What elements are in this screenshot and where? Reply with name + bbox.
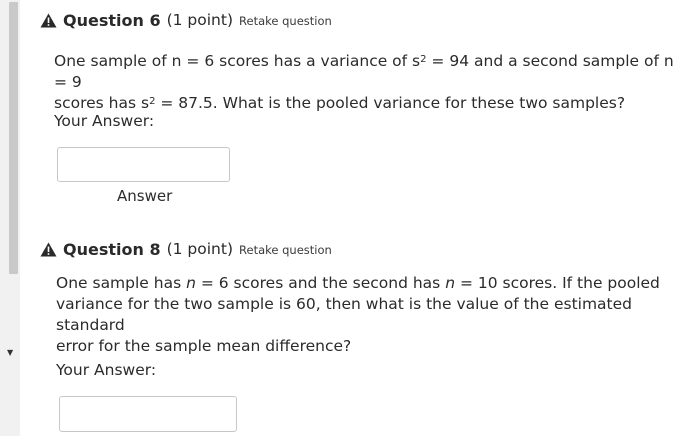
question-8-text-line-1: One sample has n = 6 scores and the seco… [56,274,660,292]
question-6-title: Question 6 [63,10,161,30]
question-6-your-answer-label: Your Answer: [54,112,155,130]
question-8-text: One sample has n = 6 scores and the seco… [56,273,686,357]
question-8-header: Question 8 (1 point) Retake question [40,237,680,261]
question-8-text-line-2: variance for the two sample is 60, then … [56,295,632,334]
question-8-title: Question 8 [63,239,161,259]
warning-icon [40,242,57,256]
question-6-text-line-1: One sample of n = 6 scores has a varianc… [54,52,674,91]
scrollbar[interactable]: ▼ [0,0,20,436]
question-8-your-answer-label: Your Answer: [56,361,157,379]
question-6-answer-input[interactable] [57,147,230,182]
question-8-answer-input[interactable] [59,396,237,432]
warning-icon [40,13,57,27]
question-6-header: Question 6 (1 point) Retake question [40,8,680,32]
question-6-points: (1 point) [166,11,234,29]
question-6: Question 6 (1 point) Retake question [40,8,680,32]
scrollbar-thumb[interactable] [9,2,18,274]
scroll-down-arrow-icon[interactable]: ▼ [7,348,13,357]
question-6-text-line-2: scores has s2 = 87.5. What is the pooled… [54,94,626,112]
question-8-retake-link[interactable]: Retake question [239,243,332,257]
question-8-points: (1 point) [166,240,234,258]
question-8-text-line-3: error for the sample mean difference? [56,337,352,355]
question-6-text: One sample of n = 6 scores has a varianc… [54,51,684,114]
question-8: Question 8 (1 point) Retake question [40,237,680,261]
question-6-retake-link[interactable]: Retake question [239,14,332,28]
question-6-answer-tooltip: Answer [117,187,173,205]
